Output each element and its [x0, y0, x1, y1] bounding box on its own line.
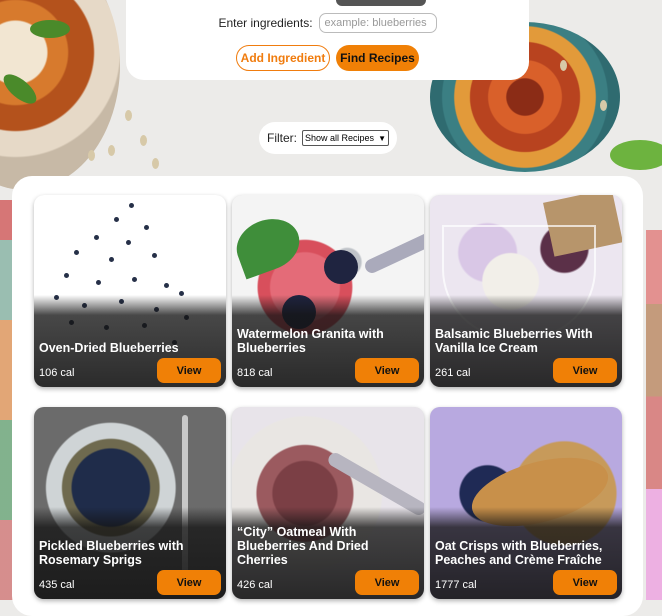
mint-leaf	[232, 210, 307, 280]
view-recipe-button[interactable]: View	[157, 570, 221, 595]
recipe-card[interactable]: “City” Oatmeal With Blueberries And Drie…	[232, 407, 424, 599]
recipes-grid: Oven-Dried Blueberries 106 cal View Wate…	[12, 176, 643, 616]
panel-top-control[interactable]	[336, 0, 426, 6]
filter-selected-value: Show all Recipes	[305, 133, 375, 143]
recipe-card[interactable]: Watermelon Granita with Blueberries 818 …	[232, 195, 424, 387]
filter-label: Filter:	[267, 131, 298, 145]
recipe-title: “City” Oatmeal With Blueberries And Drie…	[237, 525, 369, 567]
view-recipe-button[interactable]: View	[553, 570, 617, 595]
search-buttons: Add Ingredient Find Recipes	[126, 45, 529, 71]
recipe-card[interactable]: Oat Crisps with Blueberries, Peaches and…	[430, 407, 622, 599]
recipe-calories: 1777 cal	[435, 579, 477, 591]
filter-select[interactable]: Show all Recipes ▼	[302, 130, 389, 146]
recipe-title: Oven-Dried Blueberries	[39, 341, 179, 355]
filter-control: Filter: Show all Recipes ▼	[259, 122, 397, 154]
view-recipe-button[interactable]: View	[157, 358, 221, 383]
recipe-calories: 818 cal	[237, 367, 273, 379]
recipe-title: Watermelon Granita with Blueberries	[237, 327, 384, 355]
spoon	[362, 228, 424, 276]
recipe-card[interactable]: Pickled Blueberries with Rosemary Sprigs…	[34, 407, 226, 599]
ingredients-label: Enter ingredients:	[218, 16, 313, 30]
recipe-calories: 261 cal	[435, 367, 471, 379]
chevron-down-icon: ▼	[378, 133, 386, 143]
blueberry	[324, 250, 358, 284]
herb-leaf	[30, 20, 70, 38]
view-recipe-button[interactable]: View	[355, 570, 419, 595]
greens-garnish	[610, 140, 662, 170]
view-recipe-button[interactable]: View	[553, 358, 617, 383]
view-recipe-button[interactable]: View	[355, 358, 419, 383]
recipe-title: Pickled Blueberries with Rosemary Sprigs	[39, 539, 184, 567]
add-ingredient-button[interactable]: Add Ingredient	[236, 45, 330, 71]
food-edge-right	[646, 230, 662, 600]
recipe-title: Balsamic Blueberries With Vanilla Ice Cr…	[435, 327, 593, 355]
find-recipes-button[interactable]: Find Recipes	[336, 45, 419, 71]
recipe-card[interactable]: Balsamic Blueberries With Vanilla Ice Cr…	[430, 195, 622, 387]
recipe-calories: 426 cal	[237, 579, 273, 591]
recipe-card[interactable]: Oven-Dried Blueberries 106 cal View	[34, 195, 226, 387]
ingredients-row: Enter ingredients:	[126, 13, 529, 33]
recipe-title: Oat Crisps with Blueberries, Peaches and…	[435, 539, 603, 567]
recipe-calories: 106 cal	[39, 367, 75, 379]
recipe-calories: 435 cal	[39, 579, 75, 591]
food-bowl-left	[0, 0, 120, 190]
herb-leaf	[0, 69, 42, 109]
ingredient-search-panel: Enter ingredients: Add Ingredient Find R…	[126, 0, 529, 80]
ingredients-input[interactable]	[318, 13, 437, 33]
